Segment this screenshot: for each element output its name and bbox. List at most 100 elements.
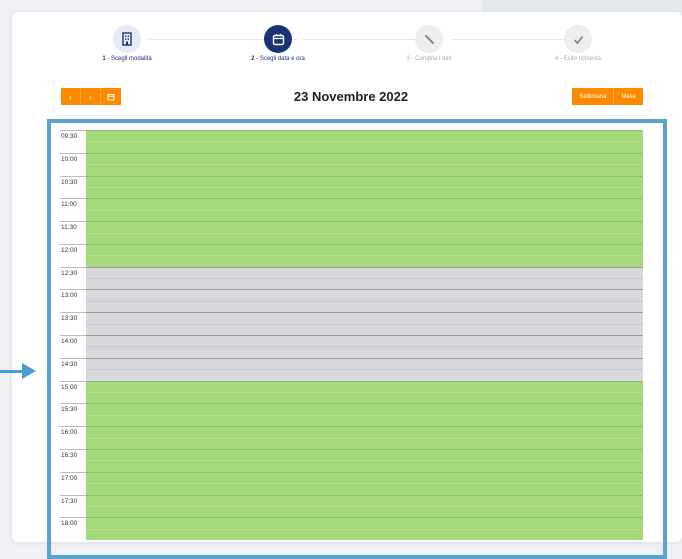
step-3[interactable]: 3 - Compila i dati: [369, 25, 489, 62]
available-slot[interactable]: [86, 414, 643, 427]
time-slot-row: 09:30: [60, 130, 643, 142]
time-slot-row: 17:00: [60, 471, 643, 484]
pointer-arrow-line: [0, 370, 22, 373]
time-label: 09:30: [60, 130, 86, 141]
time-label: 11:00: [60, 198, 86, 209]
available-slot[interactable]: [86, 460, 643, 472]
time-slot-row: [60, 323, 643, 336]
week-view-button[interactable]: Settimana: [572, 88, 615, 105]
available-slot[interactable]: [86, 391, 643, 404]
time-label: [60, 438, 86, 449]
time-label: [60, 460, 86, 471]
available-slot[interactable]: [86, 243, 643, 256]
time-slot-row: [60, 346, 643, 358]
unavailable-slot: [86, 323, 643, 336]
time-label: [60, 255, 86, 266]
time-label: 16:00: [60, 426, 86, 437]
time-label: [60, 141, 86, 152]
unavailable-slot: [86, 278, 643, 290]
unavailable-slot: [86, 312, 643, 324]
unavailable-slot: [86, 369, 643, 381]
time-label: 13:00: [60, 289, 86, 300]
time-label: 15:30: [60, 403, 86, 414]
time-label: [60, 392, 86, 403]
available-slot[interactable]: [86, 437, 643, 449]
time-slot-row: [60, 414, 643, 427]
time-slot-row: 14:30: [60, 357, 643, 370]
time-label: [60, 346, 86, 357]
pencil-icon: [415, 25, 443, 53]
available-slot[interactable]: [86, 152, 643, 165]
time-label: 15:00: [60, 380, 86, 392]
time-slot-row: [60, 505, 643, 518]
time-slot-row: 11:00: [60, 198, 643, 210]
building-icon: [113, 25, 141, 53]
time-slot-row: 10:30: [60, 175, 643, 187]
time-slot-row: [60, 483, 643, 495]
time-label: 10:30: [60, 175, 86, 187]
available-slot[interactable]: [86, 483, 643, 495]
time-slot-row: 12:00: [60, 243, 643, 256]
time-slot-row: 13:30: [60, 312, 643, 324]
available-slot[interactable]: [86, 186, 643, 199]
time-label: [60, 278, 86, 289]
step-4[interactable]: 4 - Esito richiesta: [518, 25, 638, 62]
time-label: [60, 324, 86, 335]
available-slot[interactable]: [86, 528, 643, 540]
step-1[interactable]: 1 - Scegli modalità: [67, 25, 187, 62]
month-view-button[interactable]: Mese: [614, 88, 643, 105]
time-slot-row: 13:00: [60, 289, 643, 301]
available-slot[interactable]: [86, 130, 643, 142]
unavailable-slot: [86, 266, 643, 279]
available-slot[interactable]: [86, 209, 643, 222]
step-label: 3 - Compila i dati: [406, 56, 452, 62]
calendar-date-title: 23 Novembre 2022: [293, 89, 409, 104]
unavailable-slot: [86, 289, 643, 301]
step-label: 1 - Scegli modalità: [102, 56, 152, 62]
available-slot[interactable]: [86, 175, 643, 187]
time-slot-row: [60, 186, 643, 199]
time-slot-row: [60, 278, 643, 290]
step-label: 4 - Esito richiesta: [554, 56, 602, 62]
step-2[interactable]: 2 - Scegli data e ora: [218, 25, 338, 62]
available-slot[interactable]: [86, 221, 643, 233]
time-slot-row: [60, 528, 643, 540]
time-label: 17:30: [60, 494, 86, 506]
time-slot-row: [60, 437, 643, 449]
time-slot-row: [60, 391, 643, 404]
time-slot-row: 16:00: [60, 426, 643, 438]
available-slot[interactable]: [86, 517, 643, 529]
available-slot[interactable]: [86, 232, 643, 244]
time-slot-row: [60, 369, 643, 381]
available-slot[interactable]: [86, 426, 643, 438]
time-slot-row: 12:30: [60, 266, 643, 279]
available-slot[interactable]: [86, 380, 643, 392]
time-slot-row: 15:30: [60, 403, 643, 415]
time-slot-row: [60, 232, 643, 244]
time-label: [60, 301, 86, 312]
available-slot[interactable]: [86, 164, 643, 176]
time-label: 11:30: [60, 221, 86, 232]
calendar-icon: [264, 25, 292, 53]
available-slot[interactable]: [86, 403, 643, 415]
time-slot-row: [60, 209, 643, 222]
unavailable-slot: [86, 300, 643, 313]
available-slot[interactable]: [86, 141, 643, 153]
available-slot[interactable]: [86, 198, 643, 210]
available-slot[interactable]: [86, 255, 643, 267]
time-slot-row: 17:30: [60, 494, 643, 506]
time-slot-row: 18:00: [60, 517, 643, 529]
available-slot[interactable]: [86, 494, 643, 506]
calendar-toolbar: ‹ › 23 Novembre 2022 Settimana Mese: [55, 80, 647, 116]
background-band: [482, 0, 682, 12]
time-slot-row: 14:00: [60, 335, 643, 347]
available-slot[interactable]: [86, 448, 643, 461]
available-slot[interactable]: [86, 505, 643, 518]
time-label: 14:30: [60, 357, 86, 369]
time-slot-grid: 09:30 10:00 10:30 11:00 11:30 12:00 12:30 13:00…: [60, 130, 643, 540]
unavailable-slot: [86, 335, 643, 347]
time-label: 10:00: [60, 152, 86, 164]
time-label: 13:30: [60, 312, 86, 323]
available-slot[interactable]: [86, 471, 643, 484]
time-slot-row: [60, 300, 643, 313]
